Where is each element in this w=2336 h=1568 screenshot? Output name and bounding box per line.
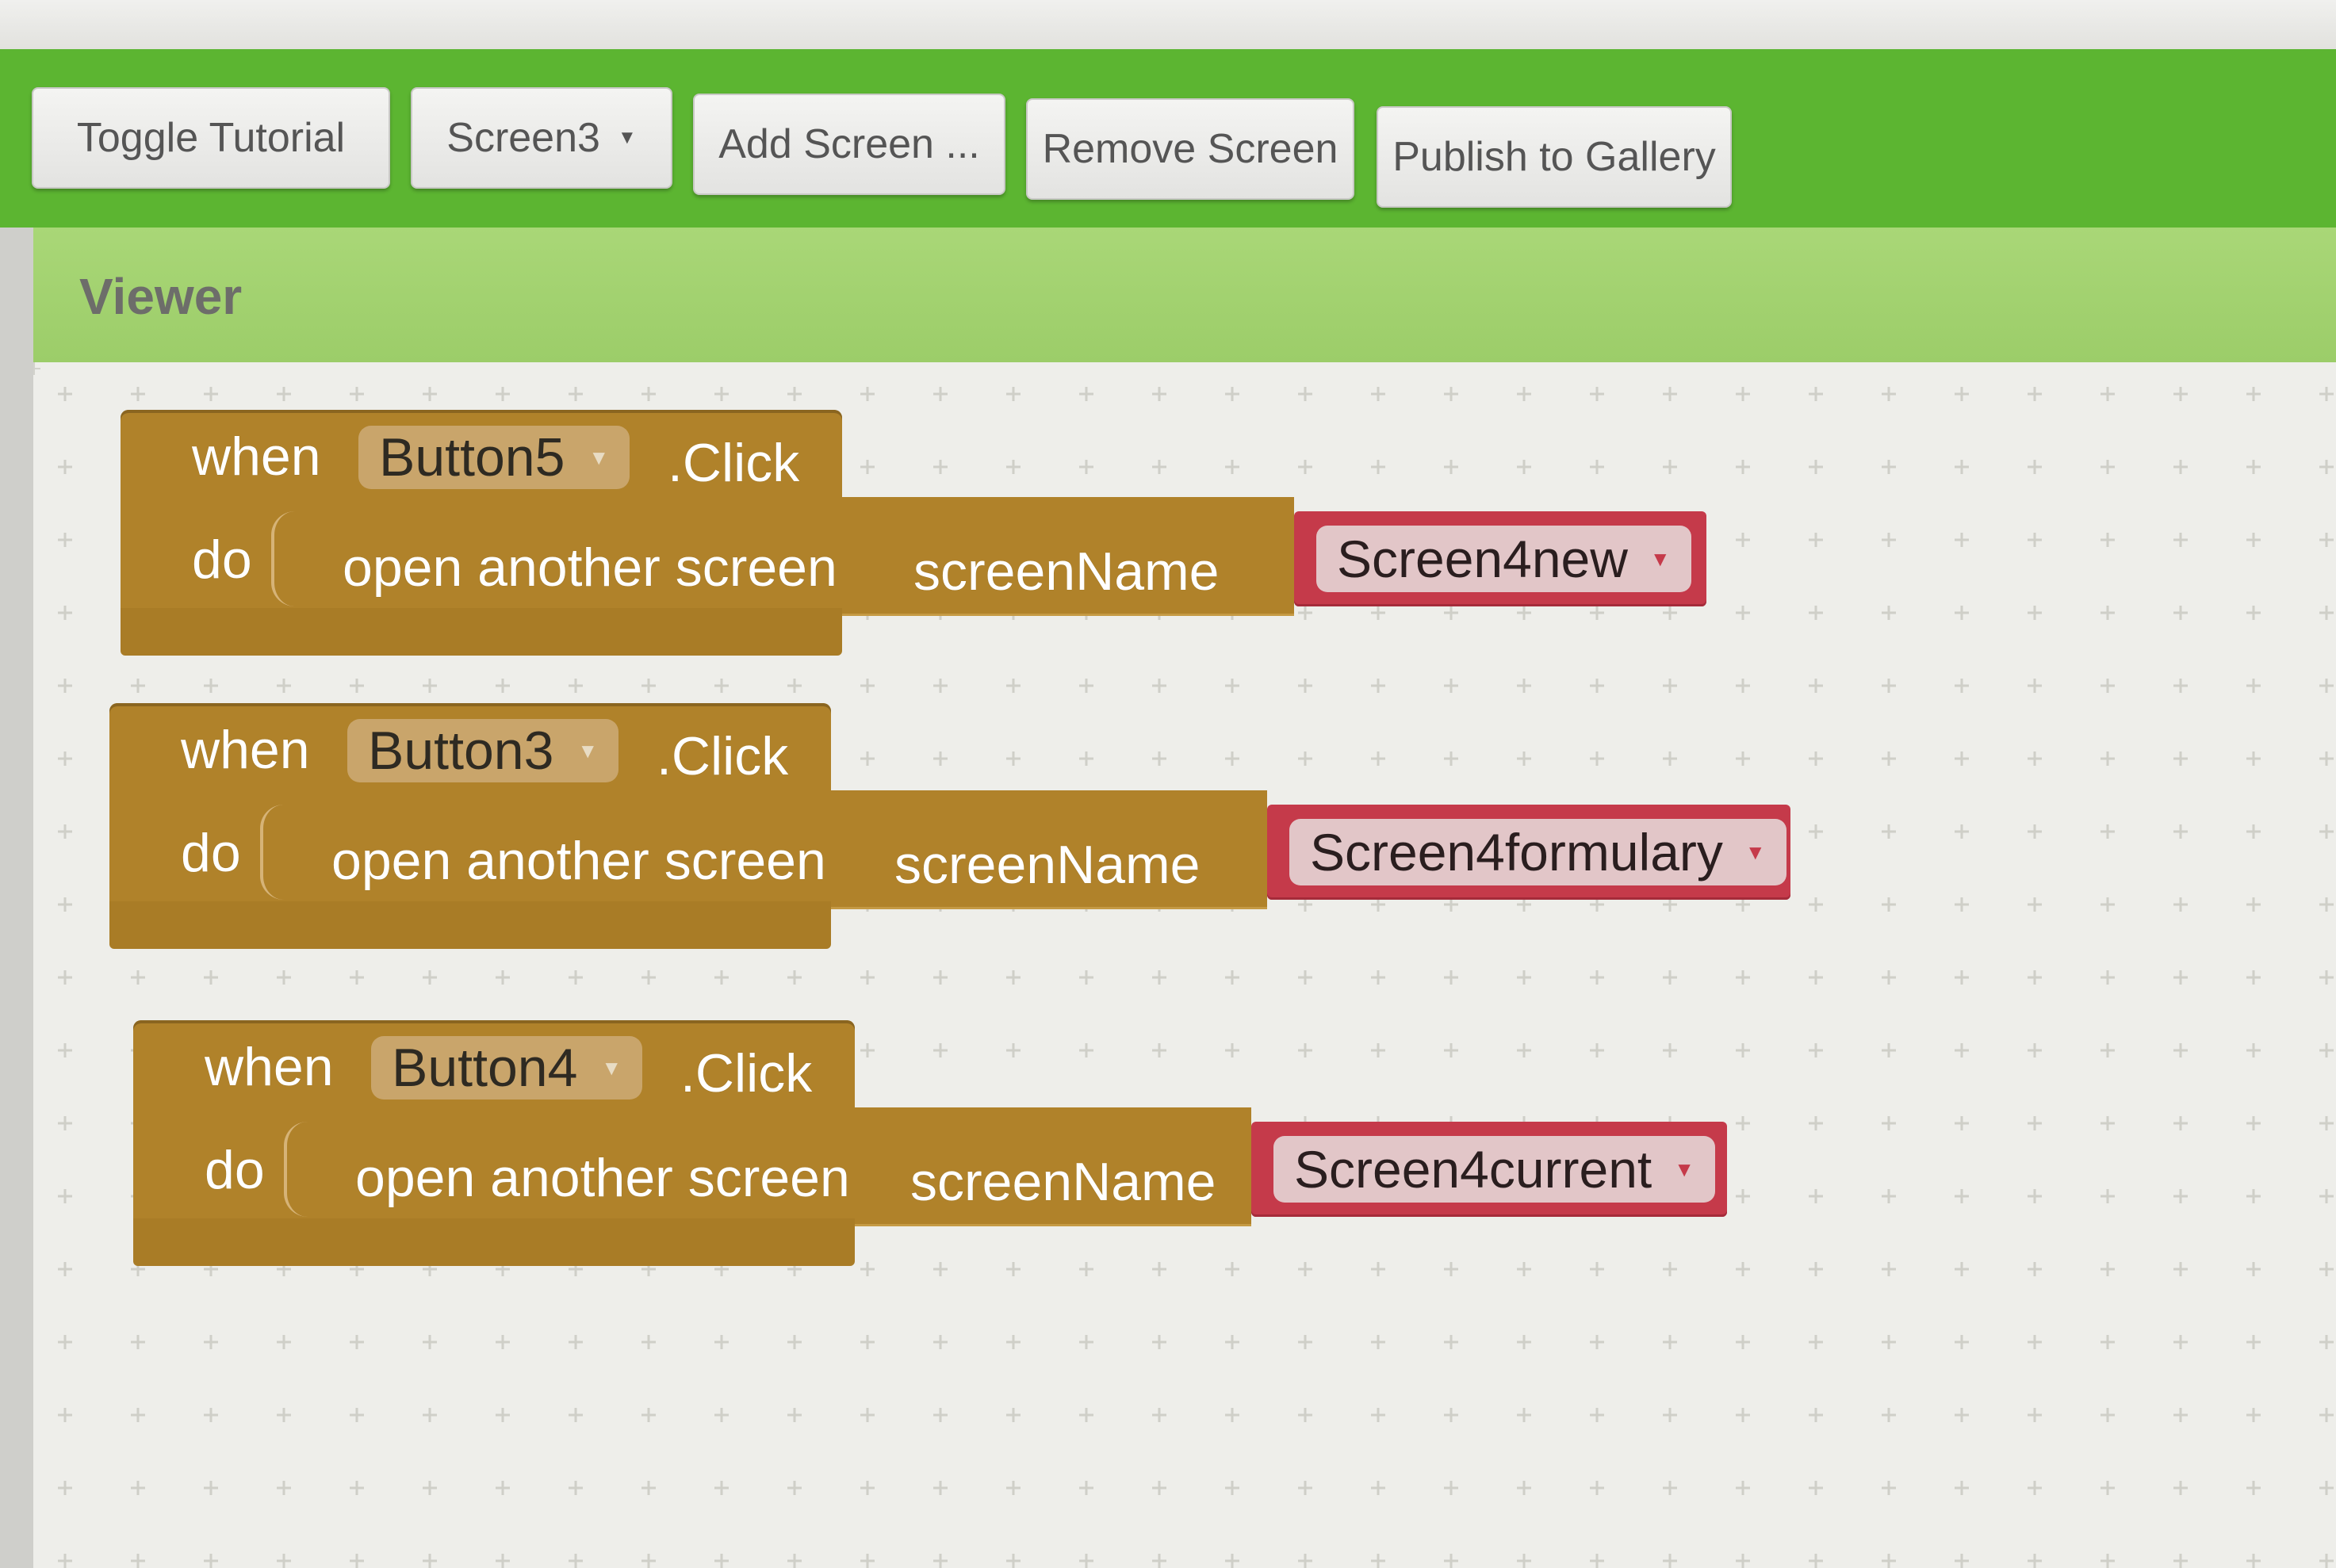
- toggle-tutorial-button[interactable]: Toggle Tutorial: [32, 87, 390, 189]
- caret-down-icon: ▼: [601, 1055, 622, 1080]
- screen-name-block[interactable]: Screen4current ▼: [1251, 1122, 1727, 1217]
- component-dropdown[interactable]: Button3 ▼: [347, 719, 619, 782]
- event-name: .Click: [657, 726, 789, 786]
- remove-screen-button[interactable]: Remove Screen: [1026, 98, 1354, 200]
- screen-select-label: Screen3: [446, 115, 600, 161]
- screen-name-value: Screen4current: [1294, 1140, 1652, 1199]
- caret-down-icon: ▼: [1674, 1157, 1695, 1181]
- component-dropdown[interactable]: Button5 ▼: [358, 426, 630, 489]
- statement-slot: [271, 511, 301, 606]
- screen-dropdown[interactable]: Screen4current ▼: [1273, 1136, 1715, 1203]
- event-block-footer: [133, 1218, 855, 1266]
- viewer-header: Viewer: [33, 228, 2336, 362]
- component-dropdown[interactable]: Button4 ▼: [371, 1036, 643, 1100]
- toggle-tutorial-label: Toggle Tutorial: [76, 115, 346, 161]
- event-name: .Click: [680, 1043, 813, 1103]
- when-keyword: when: [181, 720, 310, 780]
- left-panel-edge: [0, 228, 33, 1568]
- statement-slot: [284, 1122, 314, 1217]
- caret-down-icon: ▼: [588, 445, 610, 469]
- screen-name-param: screenName: [910, 1152, 1216, 1212]
- caret-down-icon: ▼: [617, 127, 637, 148]
- blocks-workspace[interactable]: when Button5 ▼ .Click do open another sc…: [33, 362, 2336, 1568]
- screen-name-block[interactable]: Screen4formulary ▼: [1267, 805, 1790, 900]
- caret-down-icon: ▼: [1744, 839, 1766, 864]
- component-name: Button4: [392, 1038, 578, 1098]
- screen-name-value: Screen4new: [1337, 530, 1628, 588]
- event-name: .Click: [668, 433, 800, 493]
- viewer-title: Viewer: [79, 268, 243, 325]
- add-screen-label: Add Screen ...: [718, 121, 980, 167]
- screen-name-param: screenName: [913, 541, 1220, 602]
- do-keyword: do: [181, 823, 241, 883]
- statement-slot: [260, 805, 290, 900]
- event-block-footer: [121, 608, 842, 656]
- add-screen-button[interactable]: Add Screen ...: [693, 94, 1005, 195]
- designer-toolbar: Toggle Tutorial Screen3 ▼ Add Screen ...…: [0, 49, 2336, 228]
- open-screen-action: open another screen: [355, 1148, 850, 1208]
- caret-down-icon: ▼: [1649, 546, 1671, 571]
- screen-dropdown[interactable]: Screen4new ▼: [1316, 526, 1691, 592]
- publish-label: Publish to Gallery: [1392, 134, 1716, 180]
- do-keyword: do: [205, 1140, 265, 1200]
- when-keyword: when: [205, 1037, 334, 1097]
- publish-to-gallery-button[interactable]: Publish to Gallery: [1377, 106, 1732, 208]
- component-name: Button3: [368, 721, 554, 781]
- screen-dropdown[interactable]: Screen4formulary ▼: [1289, 819, 1786, 885]
- browser-top-strip: [0, 0, 2336, 49]
- when-keyword: when: [192, 426, 321, 487]
- caret-down-icon: ▼: [577, 738, 599, 763]
- open-screen-action: open another screen: [343, 537, 837, 598]
- screen-select-dropdown[interactable]: Screen3 ▼: [411, 87, 672, 189]
- component-name: Button5: [379, 427, 565, 488]
- event-block-footer: [109, 901, 831, 949]
- do-keyword: do: [192, 530, 252, 590]
- open-screen-action: open another screen: [331, 831, 826, 891]
- remove-screen-label: Remove Screen: [1042, 126, 1338, 172]
- screen-name-value: Screen4formulary: [1310, 823, 1723, 882]
- screen-name-block[interactable]: Screen4new ▼: [1294, 511, 1706, 606]
- screen-name-param: screenName: [894, 835, 1201, 895]
